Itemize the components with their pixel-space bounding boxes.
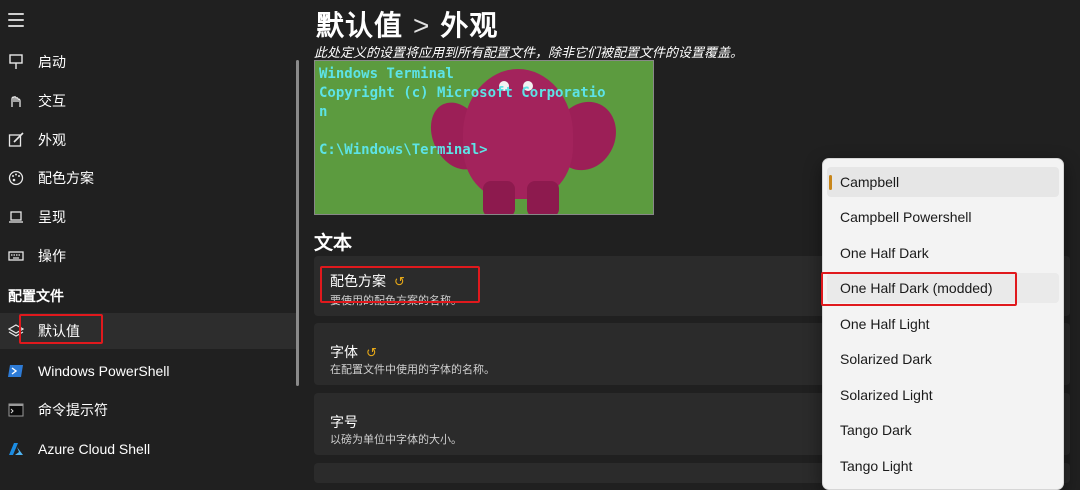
sidebar-item-label: 命令提示符 bbox=[38, 402, 108, 418]
sidebar-item-label: 启动 bbox=[38, 54, 66, 70]
section-title-text: 文本 bbox=[314, 233, 353, 254]
interaction-icon bbox=[8, 93, 24, 109]
sidebar-item-label: 呈现 bbox=[38, 209, 66, 225]
sidebar-item-label: Azure Cloud Shell bbox=[38, 441, 151, 457]
cmd-icon bbox=[8, 402, 24, 418]
setting-description: 在配置文件中使用的字体的名称。 bbox=[330, 364, 495, 376]
dropdown-option[interactable]: Solarized Light bbox=[827, 380, 1059, 410]
sidebar-item-color-schemes[interactable]: 配色方案 bbox=[0, 160, 296, 196]
dropdown-option[interactable]: Campbell Powershell bbox=[827, 202, 1059, 232]
sidebar-item-azure-cloud-shell[interactable]: Azure Cloud Shell bbox=[0, 431, 296, 467]
dropdown-option-label: Solarized Dark bbox=[840, 351, 932, 367]
sidebar-item-label: 配色方案 bbox=[38, 170, 94, 186]
sidebar-item-windows-powershell[interactable]: Windows PowerShell bbox=[0, 353, 296, 389]
color-scheme-dropdown[interactable]: Campbell Campbell Powershell One Half Da… bbox=[822, 158, 1064, 490]
page-title: 默认值 > 外观 bbox=[316, 4, 498, 44]
background-image bbox=[483, 181, 515, 214]
sidebar-item-label: 外观 bbox=[38, 132, 66, 148]
breadcrumb-separator-icon: > bbox=[413, 10, 431, 41]
sidebar-item-cmd[interactable]: 命令提示符 bbox=[0, 392, 296, 428]
dropdown-option-label: One Half Dark bbox=[840, 245, 929, 261]
background-image bbox=[527, 181, 559, 214]
sidebar-item-startup[interactable]: 启动 bbox=[0, 44, 296, 80]
setting-description: 以磅为单位中字体的大小。 bbox=[330, 434, 462, 446]
sidebar-item-label: 交互 bbox=[38, 93, 66, 109]
palette-icon bbox=[8, 170, 24, 186]
sidebar-item-appearance[interactable]: 外观 bbox=[0, 122, 296, 158]
sidebar-item-actions[interactable]: 操作 bbox=[0, 238, 296, 274]
setting-title-text: 字体 bbox=[330, 344, 358, 360]
dropdown-option-label: One Half Light bbox=[840, 316, 930, 332]
breadcrumb-parent[interactable]: 默认值 bbox=[316, 10, 403, 41]
annotation-highlight bbox=[320, 266, 480, 303]
setting-title: 字体 ↺ bbox=[330, 342, 377, 362]
sidebar-item-rendering[interactable]: 呈现 bbox=[0, 199, 296, 235]
reset-icon[interactable]: ↺ bbox=[366, 345, 377, 360]
annotation-highlight bbox=[821, 272, 1017, 306]
dropdown-option-label: Campbell Powershell bbox=[840, 209, 972, 225]
dropdown-option-label: Tango Light bbox=[840, 458, 913, 474]
setting-title-text: 字号 bbox=[330, 414, 358, 430]
sidebar-item-interaction[interactable]: 交互 bbox=[0, 83, 296, 119]
terminal-preview: Windows Terminal Copyright (c) Microsoft… bbox=[314, 60, 654, 215]
sidebar-item-label: 操作 bbox=[38, 248, 66, 264]
terminal-preview-text: Windows Terminal Copyright (c) Microsoft… bbox=[319, 66, 606, 158]
dropdown-option[interactable]: One Half Dark bbox=[827, 238, 1059, 268]
setting-title: 字号 bbox=[330, 412, 358, 432]
dropdown-option[interactable]: Tango Dark bbox=[827, 415, 1059, 445]
sidebar-scrollbar[interactable] bbox=[296, 60, 299, 386]
selection-indicator-icon bbox=[829, 175, 832, 190]
profiles-section-header: 配置文件 bbox=[8, 288, 64, 304]
hamburger-menu-icon[interactable] bbox=[8, 13, 24, 27]
dropdown-option-label: Solarized Light bbox=[840, 387, 933, 403]
rendering-icon bbox=[8, 209, 24, 225]
launch-icon bbox=[8, 54, 24, 70]
dropdown-option[interactable]: Campbell bbox=[827, 167, 1059, 197]
sidebar-item-label: Windows PowerShell bbox=[38, 363, 170, 379]
breadcrumb-current: 外观 bbox=[440, 10, 499, 41]
keyboard-icon bbox=[8, 248, 24, 264]
sidebar: 启动 交互 外观 配色方案 呈现 操作 配置文件 默认值 Windows Pow… bbox=[0, 0, 296, 475]
azure-icon bbox=[8, 441, 24, 457]
dropdown-option-label: Campbell bbox=[840, 174, 900, 190]
dropdown-option-label: Tango Dark bbox=[840, 422, 912, 438]
page-subtitle: 此处定义的设置将应用到所有配置文件，除非它们被配置文件的设置覆盖。 bbox=[314, 45, 744, 60]
powershell-icon bbox=[8, 363, 24, 379]
dropdown-option[interactable]: Tango Light bbox=[827, 451, 1059, 481]
annotation-highlight bbox=[19, 314, 103, 344]
dropdown-option[interactable]: One Half Light bbox=[827, 309, 1059, 339]
appearance-icon bbox=[8, 132, 24, 148]
dropdown-option[interactable]: Solarized Dark bbox=[827, 344, 1059, 374]
